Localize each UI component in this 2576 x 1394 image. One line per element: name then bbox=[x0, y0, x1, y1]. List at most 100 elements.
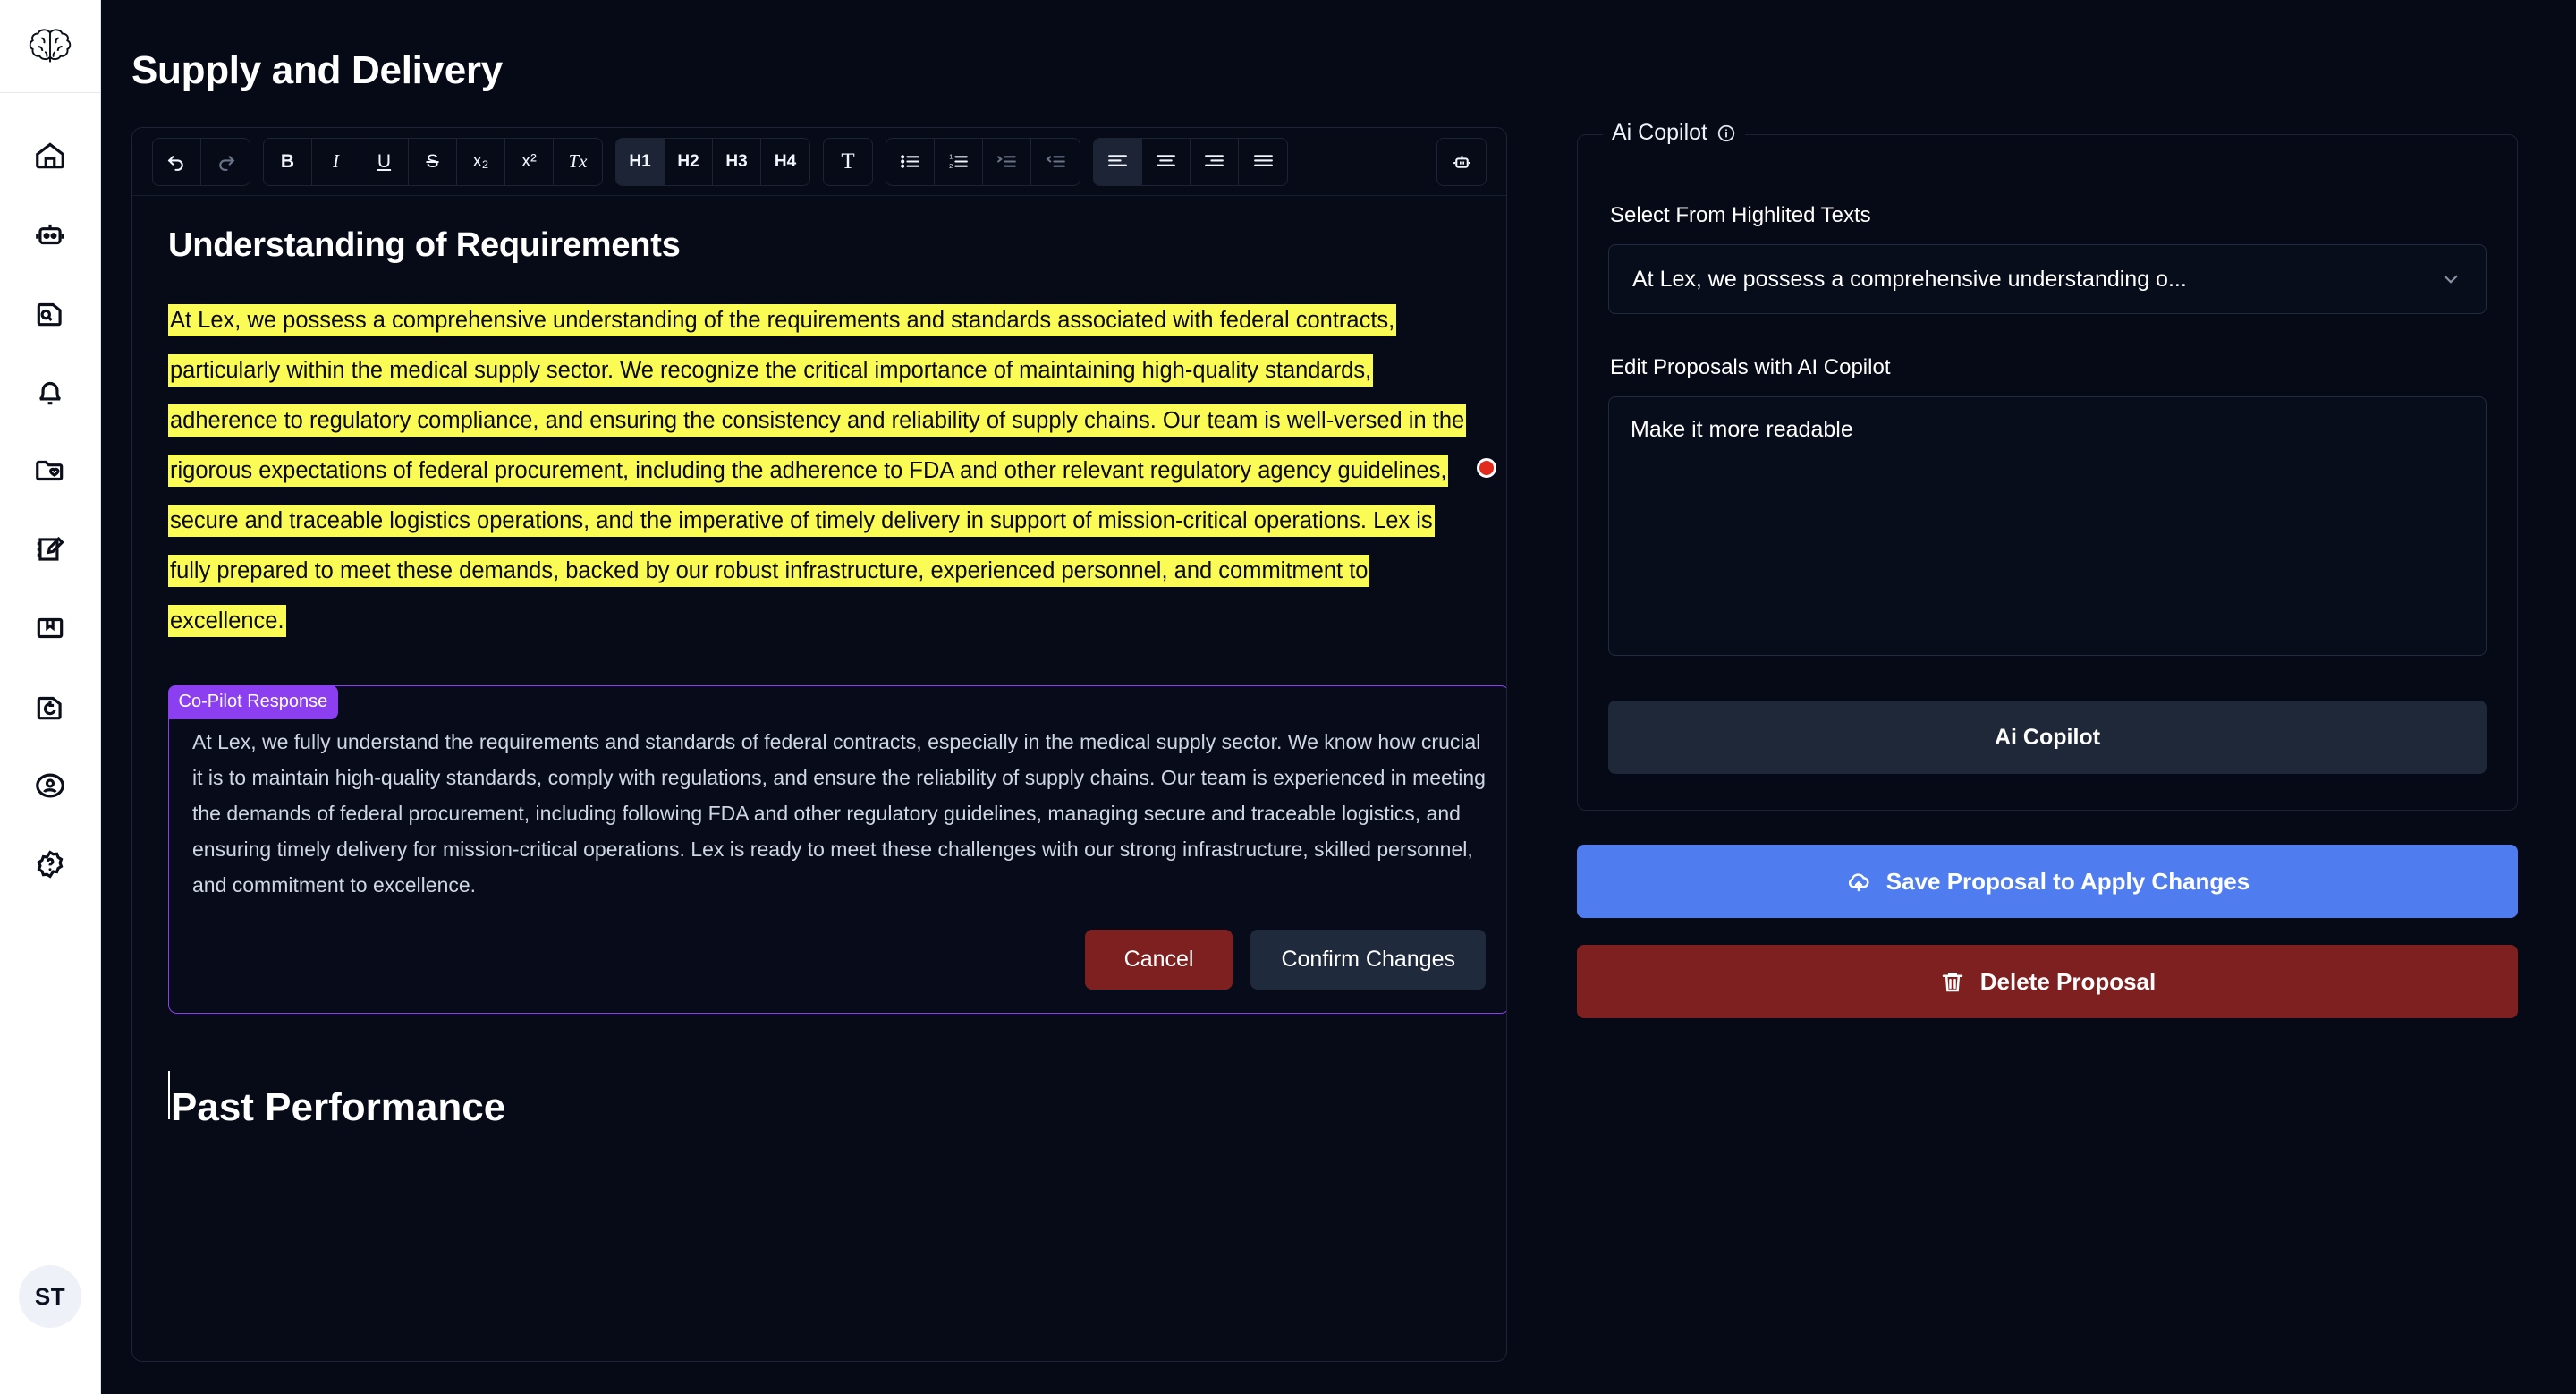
sidebar-item-saved-folders[interactable] bbox=[0, 431, 101, 510]
align-left-icon bbox=[1108, 155, 1127, 166]
home-icon bbox=[36, 142, 64, 169]
document-heading: Understanding of Requirements bbox=[168, 226, 681, 264]
cancel-button[interactable]: Cancel bbox=[1084, 930, 1233, 990]
document-body[interactable]: Understanding of Requirements At Lex, we… bbox=[132, 196, 1506, 1361]
align-center-icon bbox=[1157, 155, 1175, 166]
sidebar-item-library[interactable] bbox=[0, 589, 101, 667]
numbered-list-button[interactable]: 12 bbox=[935, 138, 983, 185]
file-refresh-icon bbox=[37, 696, 62, 720]
sidebar-item-file-sync[interactable] bbox=[0, 667, 101, 746]
copilot-response-badge: Co-Pilot Response bbox=[167, 684, 339, 719]
edit-proposals-input[interactable]: Make it more readable bbox=[1608, 396, 2487, 656]
sidebar-item-home[interactable] bbox=[0, 116, 101, 195]
clear-format-button[interactable]: Tx bbox=[554, 139, 602, 185]
next-section-heading[interactable]: Past Performance bbox=[168, 1071, 1470, 1130]
bullet-list-button[interactable] bbox=[886, 138, 935, 185]
italic-button[interactable]: I bbox=[312, 138, 360, 185]
delete-proposal-label: Delete Proposal bbox=[1979, 967, 2157, 995]
page-title: Supply and Delivery bbox=[131, 48, 503, 92]
highlighted-texts-select[interactable]: At Lex, we possess a comprehensive under… bbox=[1608, 244, 2487, 314]
edit-proposals-label: Edit Proposals with AI Copilot bbox=[1610, 355, 1891, 379]
info-icon[interactable] bbox=[1716, 123, 1736, 143]
strikethrough-button[interactable]: S bbox=[409, 138, 457, 185]
align-justify-icon bbox=[1253, 155, 1273, 166]
indent-icon bbox=[997, 156, 1016, 167]
heading-4-button[interactable]: H4 bbox=[761, 139, 809, 185]
avatar[interactable]: ST bbox=[19, 1265, 81, 1328]
align-left-button[interactable] bbox=[1094, 138, 1142, 185]
toolbar-group-history bbox=[152, 137, 250, 186]
book-icon bbox=[37, 617, 64, 639]
brain-logo bbox=[29, 28, 72, 62]
robot-icon bbox=[1453, 156, 1470, 168]
bold-button[interactable]: B bbox=[264, 138, 312, 185]
heading-3-button[interactable]: H3 bbox=[713, 138, 761, 185]
content-row: B I U S x₂ x² Tx H1 H2 H3 H4 T 1 2 Under… bbox=[101, 120, 2576, 1362]
toolbar-group-alignment bbox=[1093, 137, 1288, 186]
svg-text:2: 2 bbox=[949, 162, 953, 170]
svg-text:1: 1 bbox=[949, 152, 953, 160]
heading-1-button[interactable]: H1 bbox=[616, 138, 665, 185]
save-proposal-button[interactable]: Save Proposal to Apply Changes bbox=[1577, 845, 2518, 918]
notes-edit-icon bbox=[37, 536, 64, 561]
right-panel: Ai Copilot Select From Highlited Texts A… bbox=[1507, 120, 2576, 1362]
sidebar-item-account[interactable] bbox=[0, 746, 101, 825]
copilot-response-text: At Lex, we fully understand the requirem… bbox=[192, 730, 1486, 897]
app-root: ST Supply and Delivery B I U S x₂ x² Tx … bbox=[0, 0, 2576, 1394]
copilot-response-actions: Cancel Confirm Changes bbox=[192, 930, 1486, 990]
sidebar-item-document-search[interactable] bbox=[0, 274, 101, 353]
undo-button[interactable] bbox=[153, 138, 201, 185]
underline-button[interactable]: U bbox=[360, 138, 409, 185]
help-icon bbox=[37, 850, 64, 879]
bell-icon bbox=[39, 381, 61, 405]
sidebar: ST bbox=[0, 0, 101, 1394]
align-right-button[interactable] bbox=[1191, 138, 1239, 185]
align-center-button[interactable] bbox=[1142, 138, 1191, 185]
undo-icon bbox=[167, 156, 183, 171]
highlighted-paragraph[interactable]: At Lex, we possess a comprehensive under… bbox=[168, 295, 1470, 646]
align-justify-button[interactable] bbox=[1239, 139, 1287, 185]
text-caret bbox=[168, 1071, 170, 1119]
heading-2-button[interactable]: H2 bbox=[665, 138, 713, 185]
copilot-response-card: Co-Pilot Response At Lex, we fully under… bbox=[167, 684, 1506, 1014]
select-label: Select From Highlited Texts bbox=[1610, 203, 1871, 227]
confirm-changes-button[interactable]: Confirm Changes bbox=[1250, 930, 1486, 990]
redo-button[interactable] bbox=[201, 139, 250, 185]
paragraph-button[interactable]: T bbox=[824, 139, 872, 185]
indent-button[interactable] bbox=[983, 138, 1031, 185]
sidebar-item-ai-assistant[interactable] bbox=[0, 195, 101, 274]
align-right-icon bbox=[1205, 155, 1224, 166]
trash-icon bbox=[1942, 973, 1962, 992]
subscript-button[interactable]: x₂ bbox=[457, 138, 505, 185]
brand-logo-wrap[interactable] bbox=[0, 0, 100, 93]
superscript-button[interactable]: x² bbox=[505, 138, 554, 185]
outdent-button[interactable] bbox=[1031, 139, 1080, 185]
sidebar-item-help[interactable] bbox=[0, 825, 101, 904]
cloud-upload-icon bbox=[1848, 873, 1869, 892]
ai-copilot-toolbar-inner[interactable] bbox=[1437, 139, 1486, 185]
highlight-span: At Lex, we possess a comprehensive under… bbox=[168, 304, 1467, 637]
ai-copilot-legend: Ai Copilot bbox=[1603, 120, 1745, 146]
save-proposal-label: Save Proposal to Apply Changes bbox=[1885, 867, 2250, 895]
sidebar-item-notifications[interactable] bbox=[0, 353, 101, 431]
sidebar-nav bbox=[0, 93, 101, 904]
folder-heart-icon bbox=[36, 460, 64, 481]
toolbar-group-paragraph: T bbox=[823, 137, 873, 186]
numbered-list-icon: 12 bbox=[949, 152, 968, 170]
ai-copilot-run-button[interactable]: Ai Copilot bbox=[1608, 701, 2487, 774]
sidebar-item-notes[interactable] bbox=[0, 510, 101, 589]
user-circle-icon bbox=[36, 773, 64, 798]
toolbar-group-lists: 12 bbox=[886, 137, 1080, 186]
bullet-list-icon bbox=[901, 155, 919, 168]
redo-icon bbox=[218, 156, 234, 171]
main-area: Supply and Delivery B I U S x₂ x² Tx H1 … bbox=[101, 0, 2576, 1394]
ai-copilot-legend-text: Ai Copilot bbox=[1612, 120, 1707, 145]
comment-marker-dot[interactable] bbox=[1477, 458, 1496, 478]
toolbar-group-inline-format: B I U S x₂ x² Tx bbox=[263, 137, 603, 186]
highlighted-texts-select-value: At Lex, we possess a comprehensive under… bbox=[1632, 266, 2187, 292]
next-section-heading-text: Past Performance bbox=[171, 1085, 506, 1129]
delete-proposal-button[interactable]: Delete Proposal bbox=[1577, 945, 2518, 1018]
ai-copilot-toolbar-button[interactable] bbox=[1436, 137, 1487, 186]
outdent-icon bbox=[1045, 156, 1065, 167]
robot-icon bbox=[36, 224, 64, 245]
